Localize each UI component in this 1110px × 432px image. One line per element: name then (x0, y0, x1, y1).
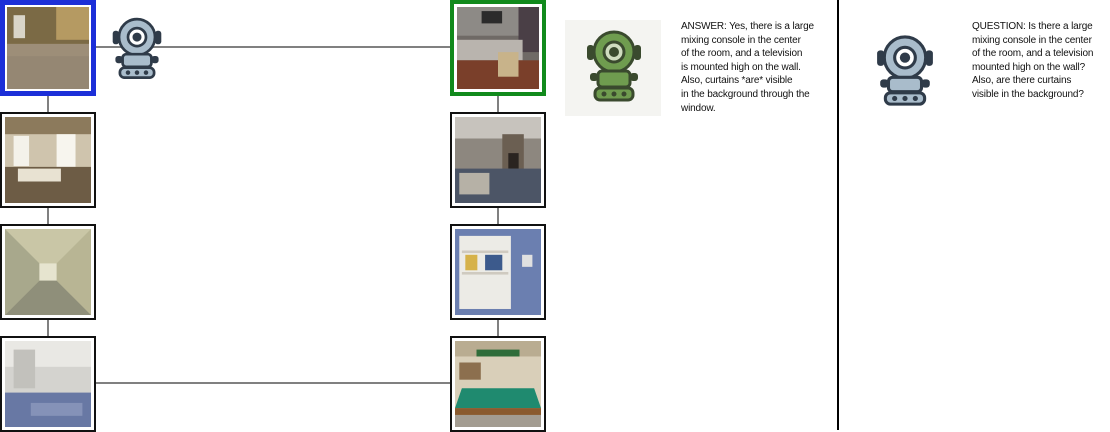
view-tile-empty-room[interactable] (0, 336, 96, 432)
green-robot-icon (565, 20, 661, 116)
blue-robot-icon (874, 30, 936, 108)
room-photo-billiards (455, 341, 541, 427)
room-photo-studio (457, 7, 539, 89)
connector-line-bottom (94, 382, 452, 384)
view-tile-closet[interactable] (450, 224, 546, 320)
panel-divider (837, 0, 839, 430)
connector-line-left-2 (47, 207, 49, 225)
room-photo-living-room (5, 117, 91, 203)
target-view-tile[interactable] (450, 0, 546, 96)
room-photo-closet (455, 229, 541, 315)
start-view-tile[interactable] (0, 0, 96, 96)
connector-line-right-3 (497, 319, 499, 337)
room-photo-fireplace (455, 117, 541, 203)
connector-line-left-3 (47, 319, 49, 337)
room-photo-hallway (5, 229, 91, 315)
connector-line-right-2 (497, 207, 499, 225)
view-tile-hallway[interactable] (0, 224, 96, 320)
view-tile-fireplace-room[interactable] (450, 112, 546, 208)
connector-line-left-1 (47, 95, 49, 113)
room-photo-empty-room (5, 341, 91, 427)
connector-line-right-1 (497, 95, 499, 113)
view-tile-living-room[interactable] (0, 112, 96, 208)
answer-text: ANSWER: Yes, there is a large mixing con… (681, 21, 814, 114)
view-tile-billiard-room[interactable] (450, 336, 546, 432)
question-text: QUESTION: Is there a large mixing consol… (972, 21, 1094, 100)
room-photo-carpet (7, 7, 89, 89)
blue-robot-icon (110, 14, 164, 80)
